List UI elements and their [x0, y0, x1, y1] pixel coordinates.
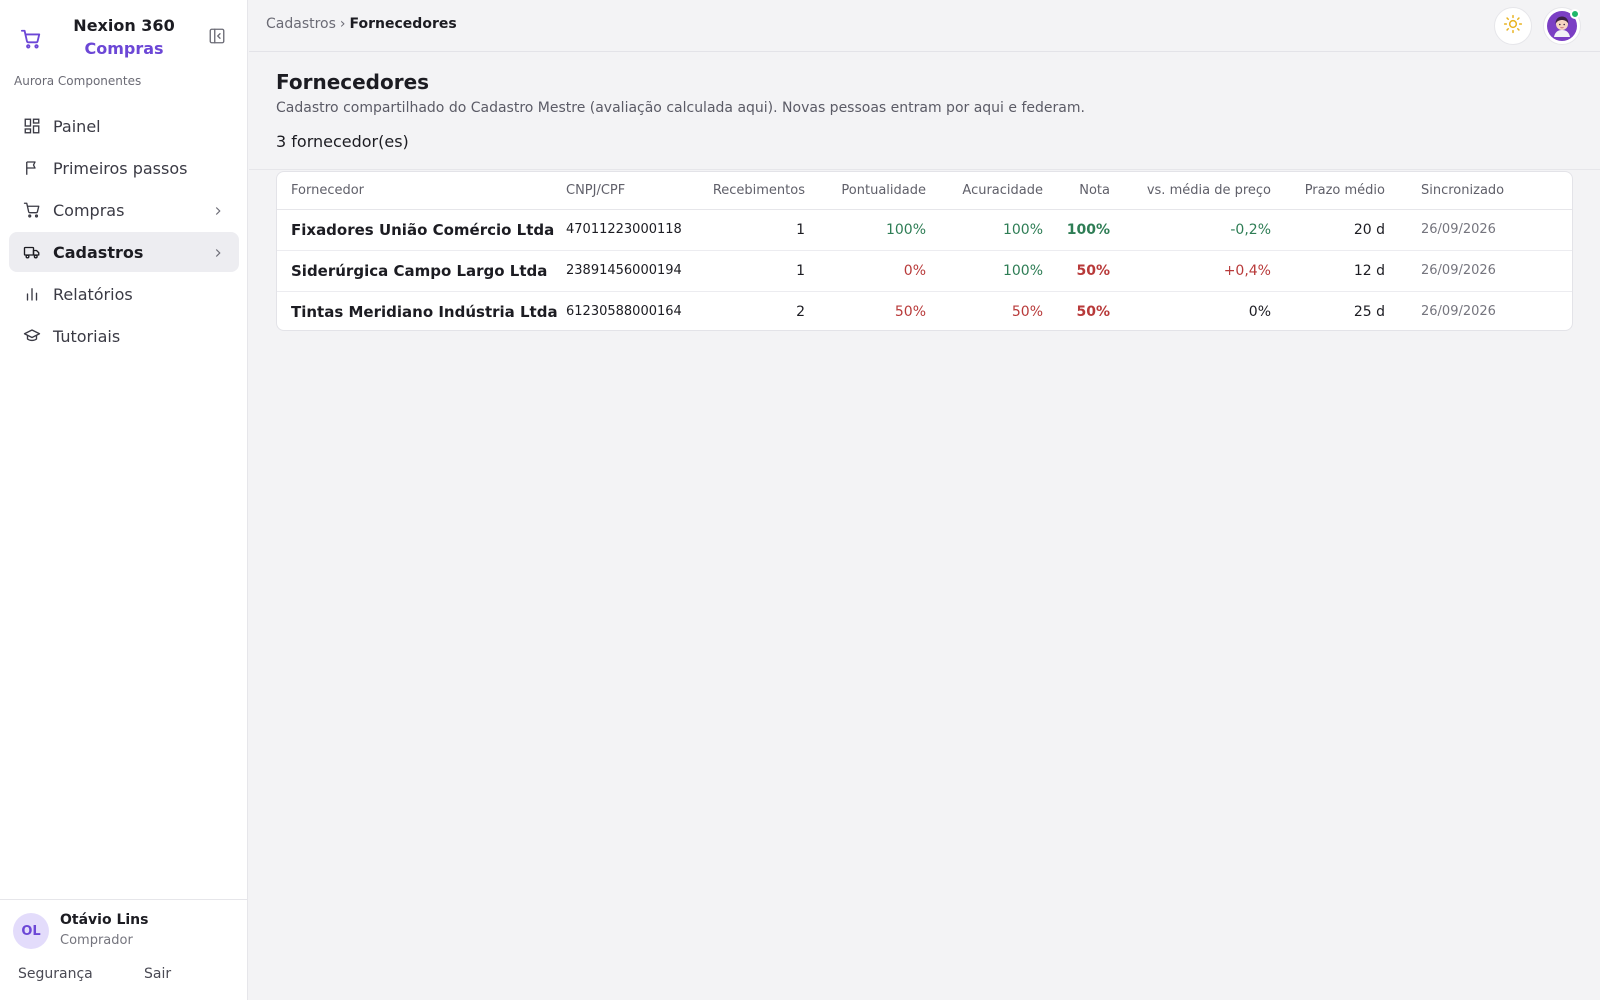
supplier-accuracy: 50%	[1011, 303, 1043, 320]
truck-icon	[23, 243, 41, 261]
sidebar-nav: Painel Primeiros passos Compras Cadastro…	[9, 106, 239, 358]
supplier-synced-date: 26/09/2026	[1395, 250, 1572, 292]
supplier-accuracy: 100%	[936, 250, 1053, 292]
column-header-synced[interactable]: Sincronizado	[1395, 172, 1572, 210]
supplier-punctuality: 100%	[815, 209, 936, 251]
page-description: Cadastro compartilhado do Cadastro Mestr…	[276, 100, 1085, 116]
sidebar-item-label: Compras	[53, 200, 125, 220]
column-header-lead-time[interactable]: Prazo médio	[1281, 172, 1395, 210]
breadcrumb-parent-link[interactable]: Cadastros	[266, 16, 336, 32]
supplier-doc: 47011223000118	[556, 209, 690, 251]
supplier-price-delta: 0%	[1248, 303, 1271, 320]
brand-subtitle: Compras	[84, 39, 164, 58]
logout-link[interactable]: Sair	[144, 966, 171, 982]
avatar: OL	[13, 913, 49, 949]
bar-chart-icon	[23, 285, 41, 303]
column-header-supplier[interactable]: Fornecedor	[277, 172, 556, 210]
supplier-name[interactable]: Siderúrgica Campo Largo Ltda	[277, 250, 556, 292]
supplier-accuracy: 100%	[936, 209, 1053, 251]
breadcrumb-current: Fornecedores	[349, 16, 457, 32]
cart-logo-icon	[20, 28, 42, 50]
organization-label: Aurora Componentes	[14, 74, 142, 88]
security-link[interactable]: Segurança	[18, 966, 93, 982]
table-header-row: Fornecedor CNPJ/CPF Recebimentos Pontual…	[277, 172, 1572, 210]
sidebar-item-label: Tutoriais	[53, 326, 121, 346]
supplier-doc: 23891456000194	[556, 250, 690, 292]
brand-title: Nexion 360	[73, 16, 175, 35]
table-row[interactable]: Siderúrgica Campo Largo Ltda 23891456000…	[277, 250, 1572, 292]
section-divider	[249, 169, 1600, 170]
top-header: Cadastros › Fornecedores	[249, 0, 1600, 52]
online-status-indicator	[1570, 9, 1580, 19]
sidebar-item-label: Painel	[53, 116, 101, 136]
collapse-sidebar-icon[interactable]	[208, 27, 228, 47]
cart-icon	[23, 201, 41, 219]
theme-toggle-button[interactable]	[1494, 7, 1532, 45]
sidebar-item-label: Relatórios	[53, 284, 133, 304]
table-row[interactable]: Tintas Meridiano Indústria Ltda 61230588…	[277, 291, 1572, 330]
supplier-doc: 61230588000164	[566, 304, 682, 320]
breadcrumb: Cadastros › Fornecedores	[266, 16, 457, 32]
sidebar-item-label: Cadastros	[53, 242, 144, 262]
user-name: Otávio Lins	[60, 912, 149, 928]
sidebar-item-cadastros[interactable]: Cadastros	[9, 232, 239, 272]
supplier-receipts: 2	[796, 303, 805, 320]
supplier-lead-time: 12 d	[1281, 250, 1395, 292]
supplier-score: 100%	[1053, 209, 1120, 251]
sidebar-item-relatorios[interactable]: Relatórios	[9, 274, 239, 314]
column-header-punctuality[interactable]: Pontualidade	[815, 172, 936, 210]
supplier-name[interactable]: Fixadores União Comércio Ltda	[277, 209, 556, 251]
supplier-synced-date: 26/09/2026	[1421, 304, 1496, 320]
suppliers-table-card: Fornecedor CNPJ/CPF Recebimentos Pontual…	[276, 171, 1573, 331]
column-header-accuracy[interactable]: Acuracidade	[936, 172, 1053, 210]
suppliers-table: Fornecedor CNPJ/CPF Recebimentos Pontual…	[277, 172, 1572, 330]
graduation-cap-icon	[23, 327, 41, 345]
user-profile-block: OL Otávio Lins Comprador Segurança Sair	[0, 899, 248, 1000]
supplier-price-delta: -0,2%	[1120, 209, 1281, 251]
supplier-lead-time: 20 d	[1281, 209, 1395, 251]
supplier-punctuality: 50%	[894, 303, 926, 320]
flag-icon	[23, 159, 41, 177]
supplier-lead-time: 25 d	[1353, 303, 1385, 320]
page-title: Fornecedores	[276, 70, 430, 94]
chevron-right-icon	[211, 203, 225, 217]
supplier-receipts: 1	[690, 209, 815, 251]
supplier-score: 50%	[1076, 303, 1110, 320]
user-role: Comprador	[60, 933, 133, 948]
supplier-name[interactable]: Tintas Meridiano Indústria Ltda	[277, 291, 558, 330]
user-avatar-button[interactable]	[1543, 7, 1581, 45]
sidebar-item-primeiros-passos[interactable]: Primeiros passos	[9, 148, 239, 188]
dashboard-icon	[23, 117, 41, 135]
supplier-score: 50%	[1053, 250, 1120, 292]
table-row[interactable]: Fixadores União Comércio Ltda 4701122300…	[277, 209, 1572, 251]
supplier-punctuality: 0%	[815, 250, 936, 292]
supplier-count: 3 fornecedor(es)	[276, 132, 409, 151]
breadcrumb-separator: ›	[339, 16, 346, 32]
sun-icon	[1503, 14, 1523, 38]
column-header-price[interactable]: vs. média de preço	[1120, 172, 1281, 210]
sidebar-item-compras[interactable]: Compras	[9, 190, 239, 230]
supplier-receipts: 1	[690, 250, 815, 292]
sidebar-item-label: Primeiros passos	[53, 158, 188, 178]
chevron-right-icon	[211, 245, 225, 259]
sidebar-item-tutoriais[interactable]: Tutoriais	[9, 316, 239, 356]
supplier-synced-date: 26/09/2026	[1395, 209, 1572, 251]
column-header-receipts[interactable]: Recebimentos	[690, 172, 815, 210]
supplier-price-delta: +0,4%	[1120, 250, 1281, 292]
column-header-doc[interactable]: CNPJ/CPF	[556, 172, 690, 210]
sidebar: Nexion 360 Compras Aurora Componentes Pa…	[0, 0, 248, 1000]
column-header-score[interactable]: Nota	[1053, 172, 1120, 210]
sidebar-item-painel[interactable]: Painel	[9, 106, 239, 146]
